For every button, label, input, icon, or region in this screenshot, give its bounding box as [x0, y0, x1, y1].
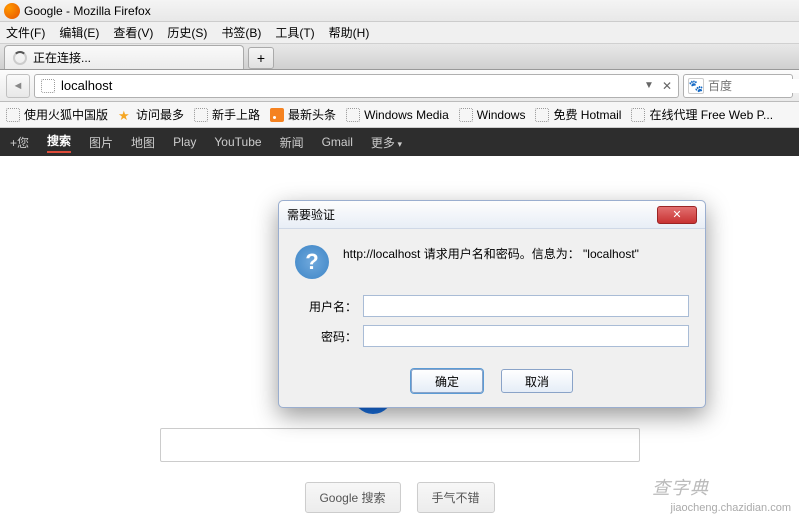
google-lucky-button[interactable]: 手气不错	[417, 482, 495, 513]
google-topbar: +您 搜索 图片 地图 Play YouTube 新闻 Gmail 更多	[0, 128, 799, 156]
rss-icon	[270, 108, 284, 122]
dialog-message: http://localhost 请求用户名和密码。信息为： "localhos…	[343, 245, 639, 262]
gbar-news[interactable]: 新闻	[280, 134, 304, 151]
menu-view[interactable]: 查看(V)	[113, 24, 153, 41]
question-icon: ?	[295, 245, 329, 279]
bookmark-firefox-cn[interactable]: 使用火狐中国版	[6, 106, 108, 123]
new-tab-button[interactable]: +	[248, 47, 274, 69]
menu-help[interactable]: 帮助(H)	[329, 24, 370, 41]
username-label: 用户名：	[295, 298, 363, 315]
password-label: 密码：	[295, 328, 363, 345]
dialog-titlebar[interactable]: 需要验证 ✕	[279, 201, 705, 229]
page-icon	[6, 108, 20, 122]
menu-edit[interactable]: 编辑(E)	[59, 24, 99, 41]
menu-bookmarks[interactable]: 书签(B)	[221, 24, 261, 41]
window-title: Google - Mozilla Firefox	[24, 4, 151, 18]
baidu-icon[interactable]: 🐾	[688, 78, 704, 94]
dialog-footer: 确定 取消	[279, 361, 705, 407]
urlbar-dropdown-icon[interactable]: ▼	[644, 80, 654, 91]
page-icon	[459, 108, 473, 122]
tab-label: 正在连接...	[33, 49, 91, 66]
dialog-body: ? http://localhost 请求用户名和密码。信息为： "localh…	[279, 229, 705, 361]
bookmark-headlines[interactable]: 最新头条	[270, 106, 336, 123]
gbar-you[interactable]: +您	[10, 134, 29, 151]
page-icon	[631, 108, 645, 122]
gbar-youtube[interactable]: YouTube	[214, 135, 261, 149]
gbar-play[interactable]: Play	[173, 135, 196, 149]
browser-searchbox[interactable]: 🐾	[683, 74, 793, 98]
page-icon	[346, 108, 360, 122]
bookmark-hotmail[interactable]: 免费 Hotmail	[535, 106, 621, 123]
firefox-icon	[4, 3, 20, 19]
menu-file[interactable]: 文件(F)	[6, 24, 45, 41]
bookmark-windows-media[interactable]: Windows Media	[346, 108, 449, 122]
google-search-button[interactable]: Google 搜索	[304, 482, 400, 513]
watermark-small: jiaocheng.chazidian.com	[671, 502, 791, 514]
gbar-more[interactable]: 更多	[371, 134, 402, 151]
url-input[interactable]	[61, 78, 638, 93]
cancel-button[interactable]: 取消	[501, 369, 573, 393]
gbar-search[interactable]: 搜索	[47, 132, 71, 153]
auth-dialog: 需要验证 ✕ ? http://localhost 请求用户名和密码。信息为： …	[278, 200, 706, 408]
google-search-input[interactable]	[160, 428, 640, 462]
stop-reload-icon[interactable]: ✕	[662, 79, 672, 93]
browser-tab[interactable]: 正在连接...	[4, 45, 244, 69]
window-titlebar: Google - Mozilla Firefox	[0, 0, 799, 22]
close-button[interactable]: ✕	[657, 206, 697, 224]
username-input[interactable]	[363, 295, 689, 317]
menubar: 文件(F) 编辑(E) 查看(V) 历史(S) 书签(B) 工具(T) 帮助(H…	[0, 22, 799, 44]
bookmark-getting-started[interactable]: 新手上路	[194, 106, 260, 123]
page-icon	[194, 108, 208, 122]
page-icon	[535, 108, 549, 122]
dialog-title: 需要验证	[287, 206, 335, 223]
ok-button[interactable]: 确定	[411, 369, 483, 393]
urlbar[interactable]: ▼ ✕	[34, 74, 679, 98]
bookmark-windows[interactable]: Windows	[459, 108, 526, 122]
gbar-maps[interactable]: 地图	[131, 134, 155, 151]
menu-history[interactable]: 历史(S)	[167, 24, 207, 41]
google-buttons: Google 搜索 手气不错	[304, 482, 494, 513]
star-icon: ★	[118, 108, 132, 122]
back-button[interactable]: ◄	[6, 74, 30, 98]
site-identity-icon	[41, 79, 55, 93]
menu-tools[interactable]: 工具(T)	[275, 24, 314, 41]
password-input[interactable]	[363, 325, 689, 347]
watermark-large: 查字典	[652, 474, 709, 500]
tabstrip: 正在连接... +	[0, 44, 799, 70]
gbar-images[interactable]: 图片	[89, 134, 113, 151]
loading-spinner-icon	[13, 51, 27, 65]
search-input[interactable]	[708, 79, 799, 93]
bookmarks-toolbar: 使用火狐中国版 ★访问最多 新手上路 最新头条 Windows Media Wi…	[0, 102, 799, 128]
gbar-gmail[interactable]: Gmail	[322, 135, 353, 149]
navbar: ◄ ▼ ✕ 🐾	[0, 70, 799, 102]
bookmark-most-visited[interactable]: ★访问最多	[118, 106, 184, 123]
bookmark-proxy[interactable]: 在线代理 Free Web P...	[631, 106, 773, 123]
